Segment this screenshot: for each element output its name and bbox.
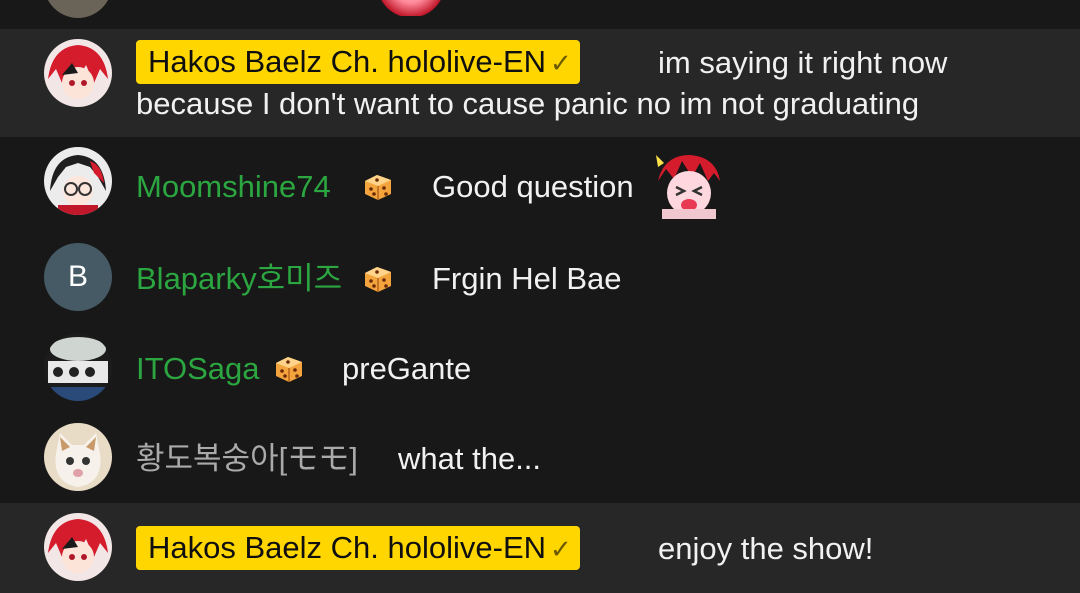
message-text: Good question [432,169,634,204]
author-name[interactable]: ITOSaga [136,349,260,389]
avatar[interactable] [44,513,112,581]
message-text: enjoy the show! [658,531,874,566]
partial-avatar [44,0,112,18]
message-text-continued: because I don't want to cause panic no i… [136,86,920,121]
avatar[interactable] [44,333,112,401]
avatar[interactable]: B [44,243,112,311]
message-text: Frgin Hel Bae [432,261,622,296]
owner-author-badge[interactable]: Hakos Baelz Ch. hololive-EN ✓ [136,526,580,570]
avatar-letter: B [67,260,88,293]
avatar[interactable] [44,39,112,107]
partial-emote-icon [376,0,446,16]
author-name[interactable]: Moomshine74 [136,167,331,207]
author-name[interactable]: Blaparky호미즈 [136,259,342,299]
message-text: im saying it right now [658,45,948,80]
author-name[interactable]: 황도복숭아[モモ] [136,439,358,479]
message-text: preGante [342,351,472,386]
chat-message[interactable]: B Blaparky호미즈 Frgin Hel Bae [0,229,1080,321]
message-text: what the... [398,441,542,476]
chat-message[interactable]: Moomshine74 Good question [0,137,1080,229]
chat-message[interactable]: 황도복숭아[モモ] what the... [0,413,1080,503]
partial-message-top [0,0,1080,28]
dice-badge-icon [362,170,394,202]
author-name: Hakos Baelz Ch. hololive-EN [148,530,547,565]
avatar[interactable] [44,147,112,215]
verified-check-icon: ✓ [550,48,572,78]
bae-panic-emote-icon [654,151,724,219]
dice-badge-icon [362,262,394,294]
dice-badge-icon [273,352,305,384]
avatar[interactable] [44,423,112,491]
chat-message-owner[interactable]: Hakos Baelz Ch. hololive-EN ✓ im saying i… [0,29,1080,137]
owner-author-badge[interactable]: Hakos Baelz Ch. hololive-EN ✓ [136,40,580,84]
author-name: Hakos Baelz Ch. hololive-EN [148,44,547,79]
chat-message[interactable]: ITOSaga preGante [0,321,1080,413]
chat-message-owner[interactable]: Hakos Baelz Ch. hololive-EN ✓ enjoy the s… [0,503,1080,593]
verified-check-icon: ✓ [550,534,572,564]
